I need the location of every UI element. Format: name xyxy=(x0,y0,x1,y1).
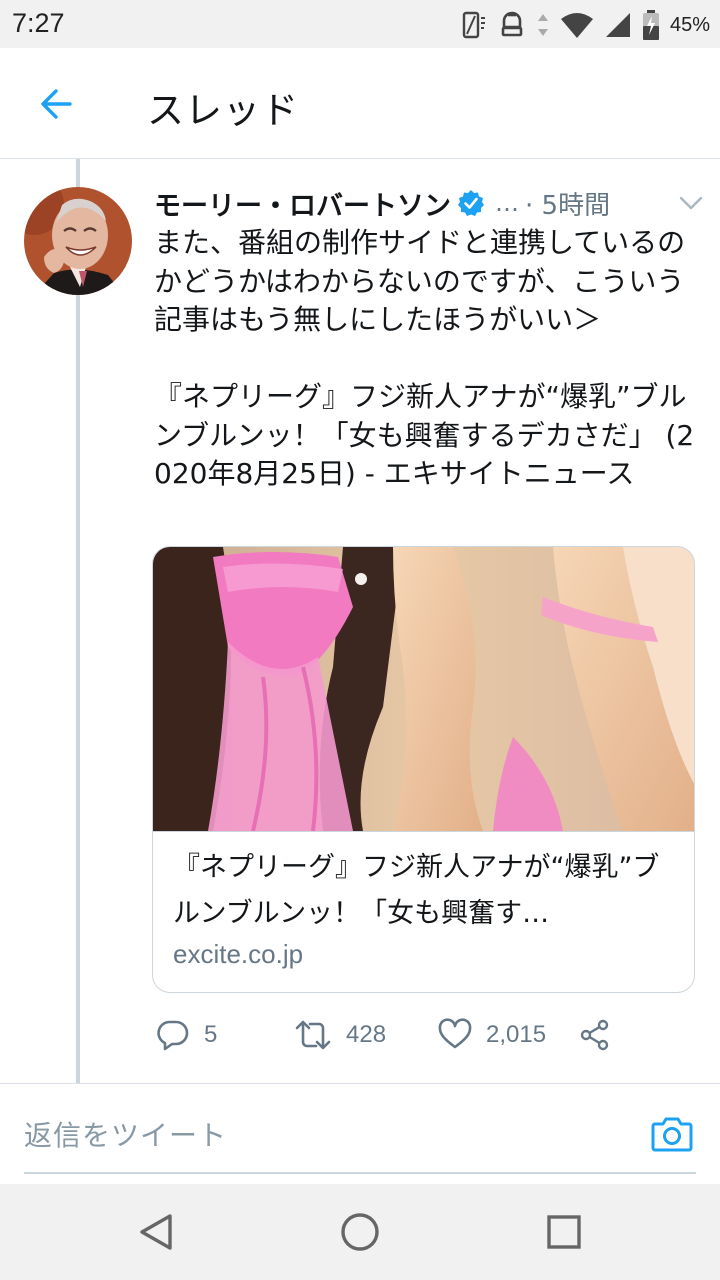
user-handle: … xyxy=(495,189,519,217)
card-title: 『ネプリーグ』フジ新人アナが“爆乳”ブルンブルンッ！「女も興奮す… xyxy=(173,852,660,929)
nav-back-icon[interactable] xyxy=(132,1208,180,1256)
card-domain: excite.co.jp xyxy=(173,939,304,969)
tweet-action-bar: 5 428 2,015 xyxy=(152,1012,712,1058)
nav-home-icon[interactable] xyxy=(336,1208,384,1256)
tweet-text: また、番組の制作サイドと連携しているのかどうかはわからないのですが、こういう記事… xyxy=(154,226,695,490)
card-image xyxy=(153,547,694,832)
retweet-count: 428 xyxy=(346,1021,387,1048)
avatar[interactable] xyxy=(24,187,132,295)
tweet-header: モーリー・ロバートソン … · 5時間 xyxy=(154,182,704,224)
app-header: スレッド xyxy=(0,48,720,159)
thread-connector-line xyxy=(76,159,80,1083)
cell-signal-icon xyxy=(605,13,630,37)
verified-icon xyxy=(458,190,484,216)
battery-percent: 45% xyxy=(669,13,710,36)
reply-input-underline xyxy=(24,1172,696,1174)
reply-icon xyxy=(157,1020,189,1051)
page-title: スレッド xyxy=(147,89,299,132)
battery-icon xyxy=(642,10,659,40)
camera-icon[interactable] xyxy=(650,1112,694,1156)
alarm-icon xyxy=(501,11,523,37)
like-button[interactable]: 2,015 xyxy=(438,1012,546,1058)
share-icon xyxy=(580,1019,609,1051)
back-arrow-icon[interactable] xyxy=(36,84,76,124)
screen-rotate-icon xyxy=(462,11,485,39)
status-time: 7:27 xyxy=(12,8,65,38)
system-nav-bar xyxy=(0,1184,720,1280)
chevron-down-icon[interactable] xyxy=(678,190,704,216)
tweet-time: · 5時間 xyxy=(525,190,611,221)
reply-button[interactable]: 5 xyxy=(156,1012,217,1058)
user-name[interactable]: モーリー・ロバートソン xyxy=(154,184,451,223)
like-count: 2,015 xyxy=(486,1021,547,1048)
status-icons: 45% xyxy=(458,8,710,42)
like-icon xyxy=(438,1018,472,1049)
reply-count: 5 xyxy=(204,1021,218,1048)
nav-recents-icon[interactable] xyxy=(540,1208,588,1256)
reply-input[interactable]: 返信をツイート xyxy=(24,1114,227,1154)
link-card[interactable]: 『ネプリーグ』フジ新人アナが“爆乳”ブルンブルンッ！「女も興奮す… excite… xyxy=(152,546,695,993)
wifi-icon xyxy=(560,13,593,38)
retweet-icon xyxy=(295,1020,331,1050)
retweet-button[interactable]: 428 xyxy=(294,1012,386,1058)
divider xyxy=(0,1083,720,1084)
share-button[interactable] xyxy=(578,1012,612,1058)
data-arrows-icon xyxy=(537,14,548,36)
status-bar: 7:27 45% xyxy=(0,0,720,48)
